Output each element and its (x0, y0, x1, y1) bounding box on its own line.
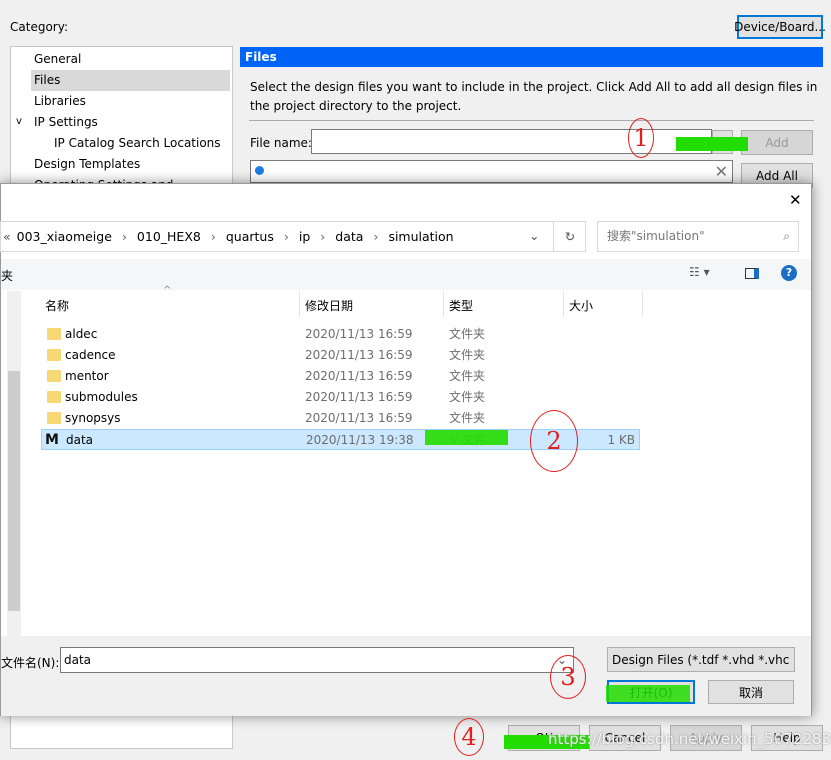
file-date: 2020/11/13 16:59 (305, 348, 413, 362)
annotation-3: 3 (550, 655, 586, 699)
toolbar: 夹 ☷ ▾ ? (1, 259, 811, 290)
verilog-file-icon: M (45, 432, 59, 448)
file-type-value: Design Files (*.tdf *.vhd *.vhc (612, 652, 790, 667)
file-row[interactable]: mentor 2020/11/13 16:59 文件夹 (41, 366, 640, 387)
address-bar[interactable]: « 003_xiaomeige › 010_HEX8 › quartus › ip › … (0, 221, 586, 252)
tree-item-design-templates[interactable]: Design Templates (34, 154, 140, 175)
device-board-button[interactable]: Device/Board... (734, 15, 826, 39)
dialog-cancel-button[interactable]: 取消 (708, 680, 794, 704)
tree-item-ip-catalog[interactable]: IP Catalog Search Locations (54, 133, 221, 154)
file-date: 2020/11/13 16:59 (305, 390, 413, 404)
folder-icon (47, 349, 61, 361)
file-name: cadence (65, 348, 116, 362)
breadcrumb-item[interactable]: data (335, 229, 363, 244)
search-box[interactable]: 搜索"simulation" ⌕ (597, 221, 799, 252)
dialog-bottom: 文件名(N): data ⌄ Design Files (*.tdf *.vhd … (1, 636, 811, 716)
breadcrumb-item[interactable]: simulation (388, 229, 453, 244)
file-type: 文件夹 (449, 411, 486, 425)
file-name: mentor (65, 369, 109, 383)
column-type[interactable]: 类型 (443, 291, 478, 317)
annotation-2: 2 (530, 410, 578, 472)
open-file-dialog: ✕ « 003_xiaomeige › 010_HEX8 › quartus › ip… (0, 183, 812, 716)
file-type: 文件夹 (449, 390, 486, 404)
file-type-select[interactable]: Design Files (*.tdf *.vhd *.vhc (607, 647, 795, 672)
file-type: 文件夹 (449, 327, 486, 341)
nav-pane-scrollbar[interactable] (7, 291, 21, 636)
file-row[interactable]: cadence 2020/11/13 16:59 文件夹 (41, 345, 640, 366)
column-size[interactable]: 大小 (563, 291, 643, 317)
filter-input[interactable]: ✕ (250, 160, 733, 183)
highlight-mark (676, 137, 748, 151)
file-date: 2020/11/13 16:59 (305, 411, 413, 425)
help-icon[interactable]: ? (781, 265, 797, 281)
chevron-right-icon: › (121, 229, 127, 244)
search-icon: ⌕ (783, 229, 790, 243)
annotation-4: 4 (454, 718, 484, 756)
tree-item-libraries[interactable]: Libraries (34, 91, 86, 112)
history-dropdown-icon[interactable]: ⌄ (529, 228, 539, 243)
annotation-1: 1 (628, 118, 654, 158)
file-date: 2020/11/13 19:38 (306, 433, 414, 447)
folder-icon (47, 370, 61, 382)
column-header-row: ^ 名称 修改日期 类型 大小 (23, 285, 811, 317)
chevron-right-icon: › (320, 229, 326, 244)
highlight-mark (606, 685, 690, 702)
breadcrumb-item[interactable]: 010_HEX8 (137, 229, 201, 244)
folder-icon (47, 328, 61, 340)
close-icon[interactable]: ✕ (789, 191, 802, 209)
file-date: 2020/11/13 16:59 (305, 327, 413, 341)
file-name: submodules (65, 390, 138, 404)
column-name[interactable]: 名称 (45, 297, 69, 314)
clear-icon[interactable]: ✕ (715, 162, 728, 181)
breadcrumb-item[interactable]: ip (299, 229, 310, 244)
file-date: 2020/11/13 16:59 (305, 369, 413, 383)
breadcrumb-item[interactable]: 003_xiaomeige (17, 229, 112, 244)
file-name: synopsys (65, 411, 121, 425)
filename-value: data (64, 653, 92, 667)
filename-input[interactable]: data ⌄ (60, 647, 574, 673)
column-date[interactable]: 修改日期 (299, 291, 358, 317)
file-size: 1 KB (607, 433, 635, 447)
breadcrumb-overflow[interactable]: « (3, 229, 11, 244)
tree-item-label: Files (34, 73, 61, 87)
divider (249, 120, 814, 121)
files-panel-header: Files (240, 47, 823, 67)
tree-item-general[interactable]: General (34, 49, 81, 70)
file-type: 文件夹 (449, 348, 486, 362)
panel-title: Files (245, 50, 277, 64)
chevron-right-icon: › (283, 229, 289, 244)
chevron-right-icon: › (373, 229, 379, 244)
folder-icon (47, 391, 61, 403)
tree-item-ip-settings[interactable]: IP Settings (34, 112, 98, 133)
file-row[interactable]: submodules 2020/11/13 16:59 文件夹 (41, 387, 640, 408)
file-name-label: File name: (250, 136, 312, 150)
toolbar-fragment: 夹 (1, 269, 14, 283)
tree-item-files[interactable]: Files (31, 70, 230, 91)
refresh-icon[interactable]: ↻ (553, 222, 586, 251)
watermark: https://blog.csdn.net/weixin_50722839 (548, 730, 831, 748)
file-name: data (66, 433, 94, 447)
add-button[interactable]: Add (741, 130, 813, 155)
sort-indicator-icon: ^ (163, 285, 172, 296)
category-label: Category: (10, 20, 68, 34)
preview-pane-icon[interactable] (745, 268, 759, 279)
view-options-icon[interactable]: ☷ ▾ (689, 265, 710, 279)
scrollbar-thumb[interactable] (8, 371, 20, 611)
filename-label: 文件名(N): (1, 656, 60, 670)
breadcrumb-item[interactable]: quartus (226, 229, 274, 244)
search-icon (255, 166, 264, 175)
files-description: Select the design files you want to incl… (250, 80, 818, 113)
expand-chevron-icon[interactable]: v (16, 111, 22, 132)
chevron-right-icon: › (210, 229, 216, 244)
file-row[interactable]: aldec 2020/11/13 16:59 文件夹 (41, 324, 640, 345)
search-placeholder: 搜索"simulation" (607, 229, 705, 243)
highlight-mark (425, 430, 508, 445)
file-name: aldec (65, 327, 98, 341)
file-type: 文件夹 (449, 369, 486, 383)
folder-icon (47, 412, 61, 424)
